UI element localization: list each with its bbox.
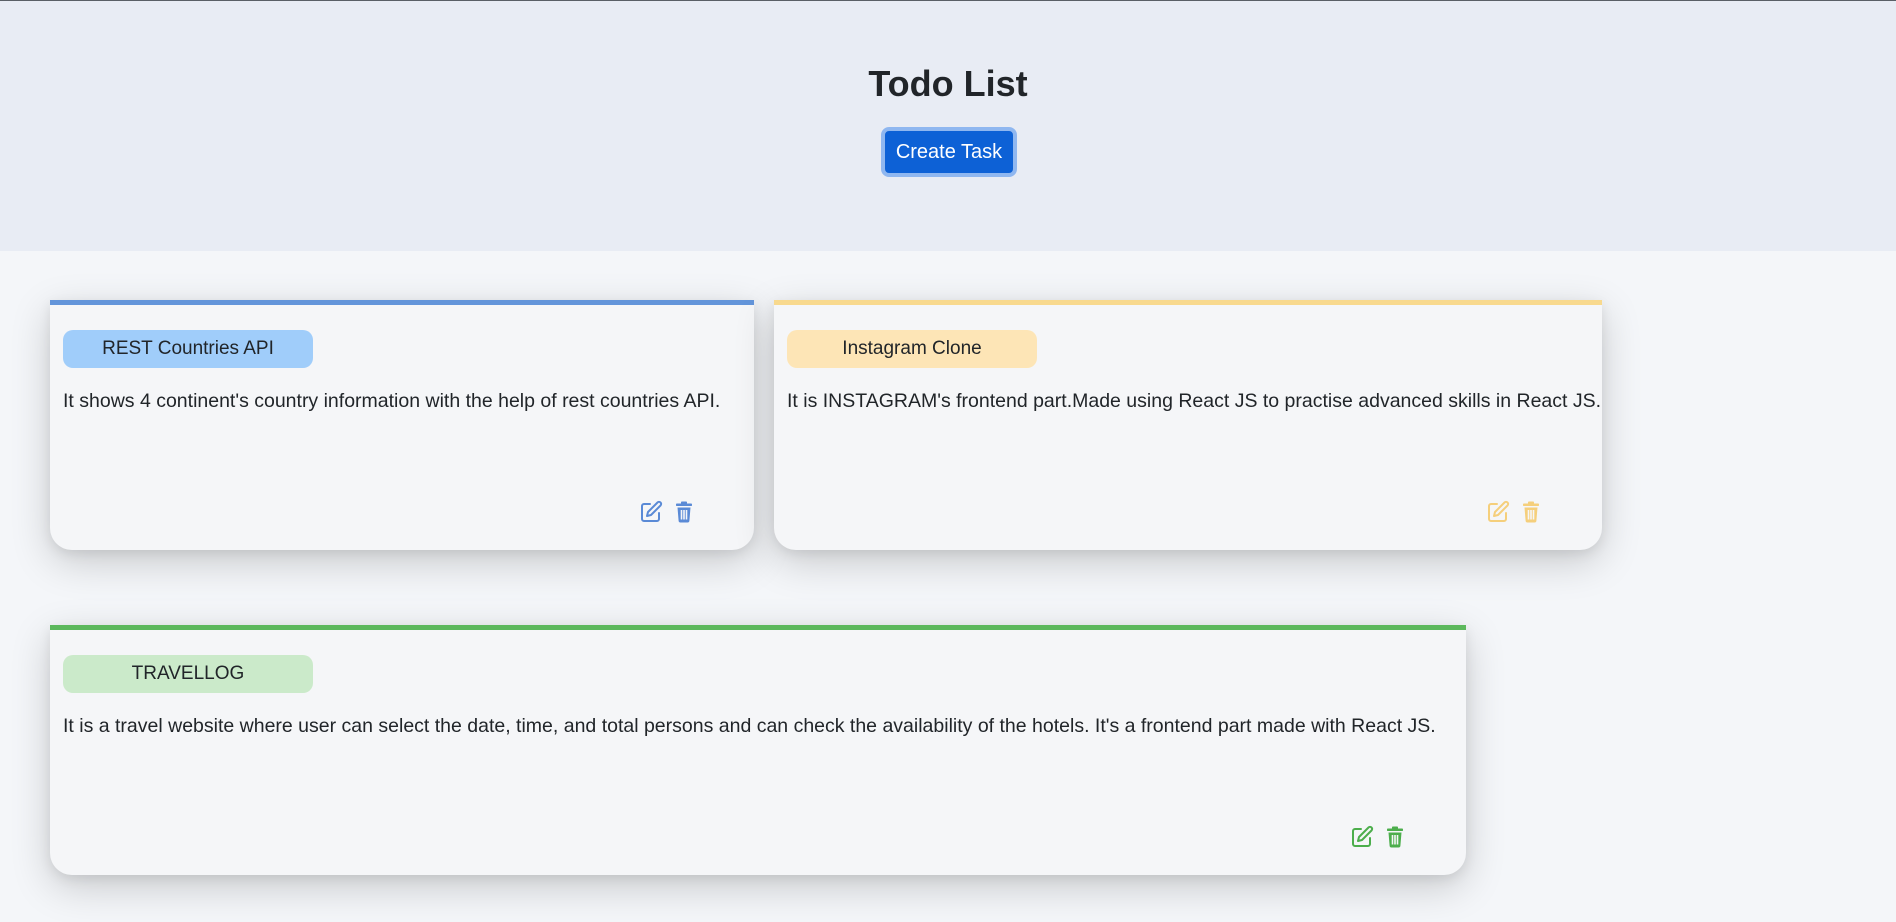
edit-icon[interactable] — [1486, 500, 1510, 524]
trash-icon[interactable] — [1383, 825, 1407, 849]
edit-icon[interactable] — [1350, 825, 1374, 849]
card-accent-bar — [774, 300, 1602, 305]
page-title: Todo List — [868, 63, 1028, 104]
task-card: TRAVELLOG It is a travel website where u… — [50, 625, 1466, 875]
edit-icon[interactable] — [639, 500, 663, 524]
task-description: It is a travel website where user can se… — [63, 715, 1436, 737]
page-header: Todo List Create Task — [0, 0, 1896, 251]
create-task-button[interactable]: Create Task — [881, 127, 1017, 177]
card-accent-bar — [50, 625, 1466, 630]
trash-icon[interactable] — [672, 500, 696, 524]
task-name-badge: REST Countries API — [63, 330, 313, 368]
task-description: It is INSTAGRAM's frontend part.Made usi… — [787, 390, 1602, 412]
task-description: It shows 4 continent's country informati… — [63, 390, 721, 412]
card-accent-bar — [50, 300, 754, 305]
task-name-badge: TRAVELLOG — [63, 655, 313, 693]
task-name-badge: Instagram Clone — [787, 330, 1037, 368]
trash-icon[interactable] — [1519, 500, 1543, 524]
task-card: REST Countries API It shows 4 continent'… — [50, 300, 754, 550]
task-card: Instagram Clone It is INSTAGRAM's fronte… — [774, 300, 1602, 550]
